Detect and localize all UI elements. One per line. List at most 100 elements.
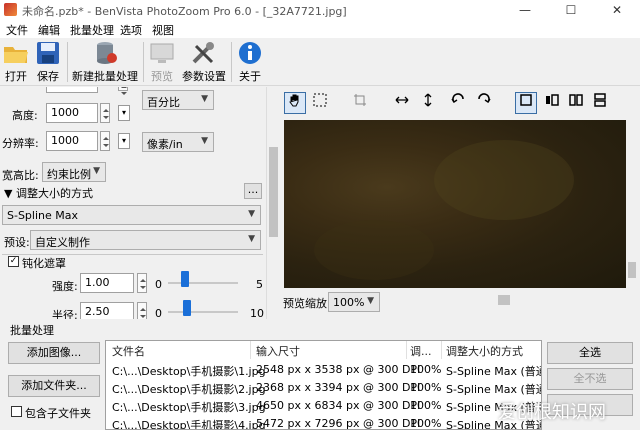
radius-slider-thumb[interactable] bbox=[183, 300, 191, 316]
strength-spinner[interactable] bbox=[137, 273, 147, 293]
resolution-input[interactable]: 1000 bbox=[46, 131, 98, 151]
zoom-label: 预览缩放: bbox=[283, 297, 331, 310]
maximize-button[interactable]: ☐ bbox=[548, 0, 594, 20]
cell-filename: C:\...\Desktop\手机摄影\1.jpg bbox=[112, 365, 266, 378]
include-subfolders-checkbox[interactable] bbox=[11, 406, 22, 417]
save-button[interactable]: 保存 bbox=[34, 40, 62, 86]
table-row[interactable]: C:\...\Desktop\手机摄影\2.jpg 2368 px x 3394… bbox=[106, 379, 542, 397]
new-batch-button[interactable]: 新建批量处理 bbox=[72, 40, 138, 86]
settings-button[interactable]: 参数设置 bbox=[182, 40, 226, 86]
scrollbar-thumb[interactable] bbox=[498, 295, 510, 305]
sharpen-checkbox[interactable]: ✓ bbox=[8, 256, 19, 267]
radius-input[interactable]: 2.50 bbox=[80, 302, 134, 319]
menu-options[interactable]: 选项 bbox=[120, 22, 142, 38]
strength-slider-thumb[interactable] bbox=[181, 271, 189, 287]
height-label: 高度: bbox=[12, 109, 38, 122]
cell-input-size: 5472 px x 7296 px @ 300 DPI bbox=[256, 417, 421, 430]
batch-table[interactable]: 文件名 输入尺寸 调... 调整大小的方式 C:\...\Desktop\手机摄… bbox=[105, 340, 542, 430]
rotate-right-icon bbox=[478, 93, 491, 103]
folder-icon bbox=[4, 47, 28, 63]
rotate-left-button[interactable] bbox=[447, 92, 469, 114]
aspect-label: 宽高比: bbox=[2, 169, 39, 182]
resolution-spinner[interactable] bbox=[100, 131, 110, 151]
column-separator bbox=[406, 341, 407, 359]
table-row[interactable]: C:\...\Desktop\手机摄影\1.jpg 2548 px x 3538… bbox=[106, 361, 541, 379]
open-button[interactable]: 打开 bbox=[2, 40, 30, 86]
resolution-unit-toggle[interactable]: ▾ bbox=[118, 133, 130, 149]
add-folder-button[interactable]: 添加文件夹... bbox=[8, 375, 100, 397]
strength-slider-track[interactable] bbox=[168, 282, 238, 284]
window-title: 未命名.pzb* - BenVista PhotoZoom Pro 6.0 - … bbox=[22, 5, 347, 18]
rotate-right-button[interactable] bbox=[473, 92, 495, 114]
cell-method: S-Spline Max (普通) bbox=[446, 383, 542, 396]
preset-select[interactable]: 自定义制作 ▼ bbox=[30, 230, 261, 250]
cell-scale: 100% bbox=[410, 381, 442, 394]
table-row[interactable]: C:\...\Desktop\手机摄影\3.jpg 4650 px x 6834… bbox=[106, 397, 541, 415]
hand-icon bbox=[289, 94, 299, 107]
select-tool[interactable] bbox=[309, 92, 331, 114]
size-unit-select[interactable]: 百分比 ▼ bbox=[142, 90, 214, 110]
preview-image[interactable] bbox=[284, 120, 626, 288]
hand-tool[interactable] bbox=[284, 92, 306, 114]
database-icon bbox=[97, 42, 117, 64]
strength-max: 5 bbox=[256, 278, 263, 291]
radius-slider-track[interactable] bbox=[168, 311, 238, 313]
width-input-partial[interactable] bbox=[46, 87, 98, 93]
tools-icon bbox=[192, 42, 214, 64]
select-all-button[interactable]: 全选 bbox=[547, 342, 633, 364]
fit-height-button[interactable] bbox=[417, 92, 439, 114]
crop-icon bbox=[354, 94, 366, 106]
resize-more-button[interactable]: ... bbox=[244, 183, 262, 199]
marquee-icon bbox=[313, 93, 327, 107]
select-none-button[interactable]: 全不选 bbox=[547, 368, 633, 390]
zoom-select[interactable]: 100% ▼ bbox=[328, 292, 380, 312]
resolution-unit-select[interactable]: 像素/in ▼ bbox=[142, 132, 214, 152]
cell-filename: C:\...\Desktop\手机摄影\3.jpg bbox=[112, 401, 266, 414]
preview-blur bbox=[434, 140, 574, 220]
column-separator bbox=[441, 341, 442, 359]
radius-label: 半径: bbox=[52, 309, 78, 319]
add-image-button[interactable]: 添加图像... bbox=[8, 342, 100, 364]
resize-method-header[interactable]: ▼ 调整大小的方式 bbox=[4, 185, 93, 201]
preview-hscrollbar[interactable] bbox=[380, 294, 626, 306]
settings-scrollbar[interactable] bbox=[266, 87, 280, 319]
split-view-button[interactable] bbox=[541, 92, 563, 114]
height-spinner[interactable] bbox=[100, 103, 110, 123]
stacked-view-button[interactable] bbox=[589, 92, 611, 114]
height-unit-toggle[interactable]: ▾ bbox=[118, 105, 130, 121]
column-header-input-size[interactable]: 输入尺寸 bbox=[256, 343, 300, 359]
menu-batch[interactable]: 批量处理 bbox=[70, 22, 114, 38]
toolbar: 打开 保存 新建批量处理 预览 参数设置 关于 bbox=[0, 38, 640, 86]
menu-view[interactable]: 视图 bbox=[152, 22, 174, 38]
strength-input[interactable]: 1.00 bbox=[80, 273, 134, 293]
width-spinner-partial[interactable] bbox=[118, 87, 128, 95]
table-row[interactable]: C:\...\Desktop\手机摄影\4.jpg 5472 px x 7296… bbox=[106, 415, 541, 430]
rotate-left-icon bbox=[451, 93, 464, 103]
minimize-button[interactable]: — bbox=[502, 0, 548, 20]
sharpen-label: 钝化遮罩 bbox=[22, 257, 66, 270]
column-header-filename[interactable]: 文件名 bbox=[112, 343, 145, 359]
menu-edit[interactable]: 编辑 bbox=[38, 22, 60, 38]
resize-method-select[interactable]: S-Spline Max ▼ bbox=[2, 205, 261, 225]
info-icon bbox=[239, 42, 261, 64]
side-by-side-button[interactable] bbox=[565, 92, 587, 114]
preview-button[interactable]: 预览 bbox=[148, 40, 176, 86]
scrollbar-thumb[interactable] bbox=[269, 147, 278, 237]
cell-scale: 100% bbox=[410, 363, 442, 376]
horizontal-arrows-icon bbox=[395, 96, 409, 104]
column-header-method[interactable]: 调整大小的方式 bbox=[446, 343, 523, 359]
aspect-select[interactable]: 约束比例 ▼ bbox=[42, 162, 106, 182]
batch-title: 批量处理 bbox=[10, 324, 54, 337]
resolution-label: 分辨率: bbox=[2, 137, 39, 150]
scrollbar-thumb[interactable] bbox=[628, 262, 636, 278]
crop-tool[interactable] bbox=[349, 92, 371, 114]
height-input[interactable]: 1000 bbox=[46, 103, 98, 123]
single-view-button[interactable] bbox=[515, 92, 537, 114]
radius-spinner[interactable] bbox=[137, 302, 147, 319]
preview-vscrollbar[interactable] bbox=[626, 120, 639, 288]
about-button[interactable]: 关于 bbox=[236, 40, 264, 86]
column-header-scale[interactable]: 调... bbox=[410, 343, 432, 359]
fit-width-button[interactable] bbox=[391, 92, 413, 114]
close-button[interactable]: ✕ bbox=[594, 0, 640, 20]
menu-file[interactable]: 文件 bbox=[6, 22, 28, 38]
